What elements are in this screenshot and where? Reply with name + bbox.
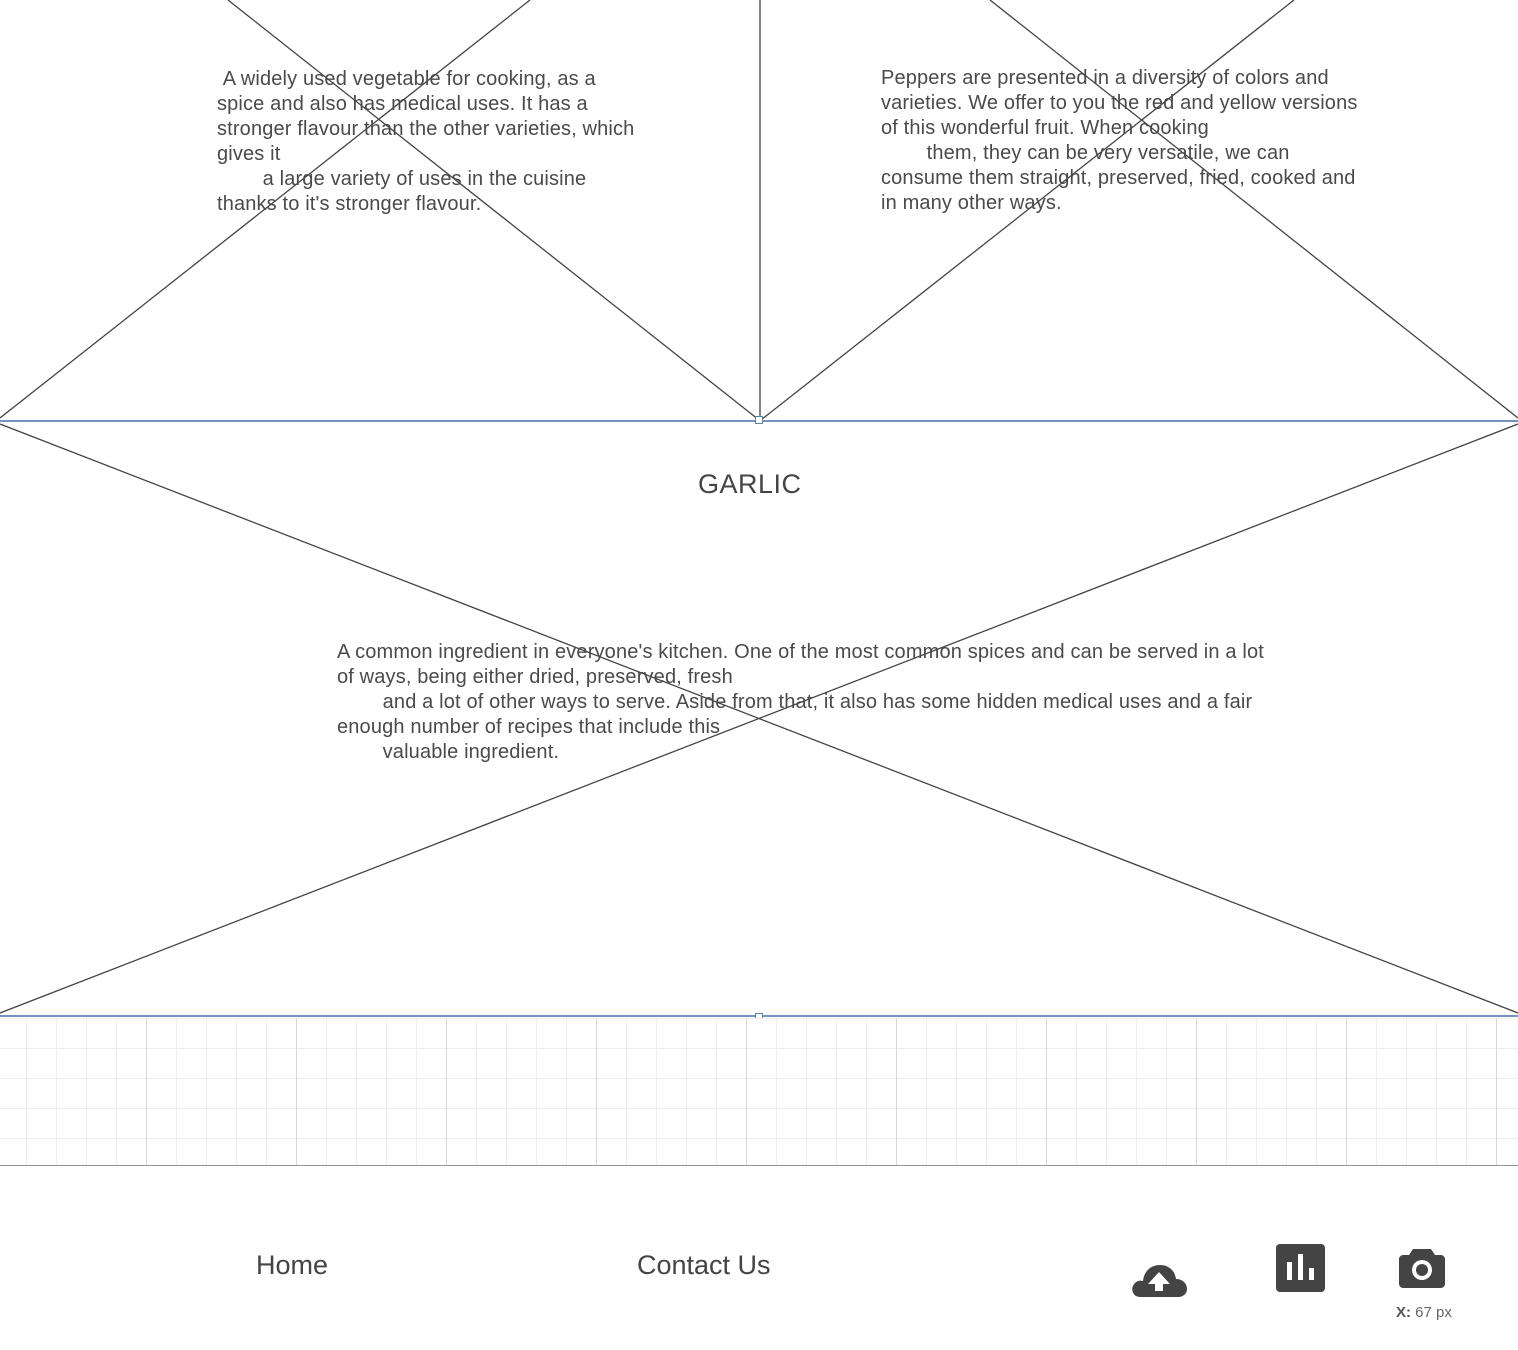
- x-coordinate-readout: X: 67 px: [1396, 1304, 1452, 1321]
- resize-handle[interactable]: [755, 416, 763, 424]
- nav-home-link[interactable]: Home: [256, 1250, 328, 1281]
- canvas-grid: [0, 1018, 1518, 1165]
- nav-contact-link[interactable]: Contact Us: [637, 1250, 771, 1281]
- onion-description: A widely used vegetable for cooking, as …: [217, 68, 635, 215]
- x-coordinate-value: 67 px: [1415, 1304, 1452, 1321]
- bar-chart-icon[interactable]: [1276, 1244, 1325, 1292]
- camera-icon[interactable]: [1399, 1246, 1445, 1288]
- garlic-description: A common ingredient in everyone's kitche…: [337, 641, 1264, 763]
- x-coordinate-label: X:: [1396, 1304, 1411, 1321]
- cloud-upload-icon[interactable]: [1130, 1253, 1188, 1299]
- garlic-title: GARLIC: [698, 469, 802, 499]
- pepper-description: Peppers are presented in a diversity of …: [881, 67, 1358, 214]
